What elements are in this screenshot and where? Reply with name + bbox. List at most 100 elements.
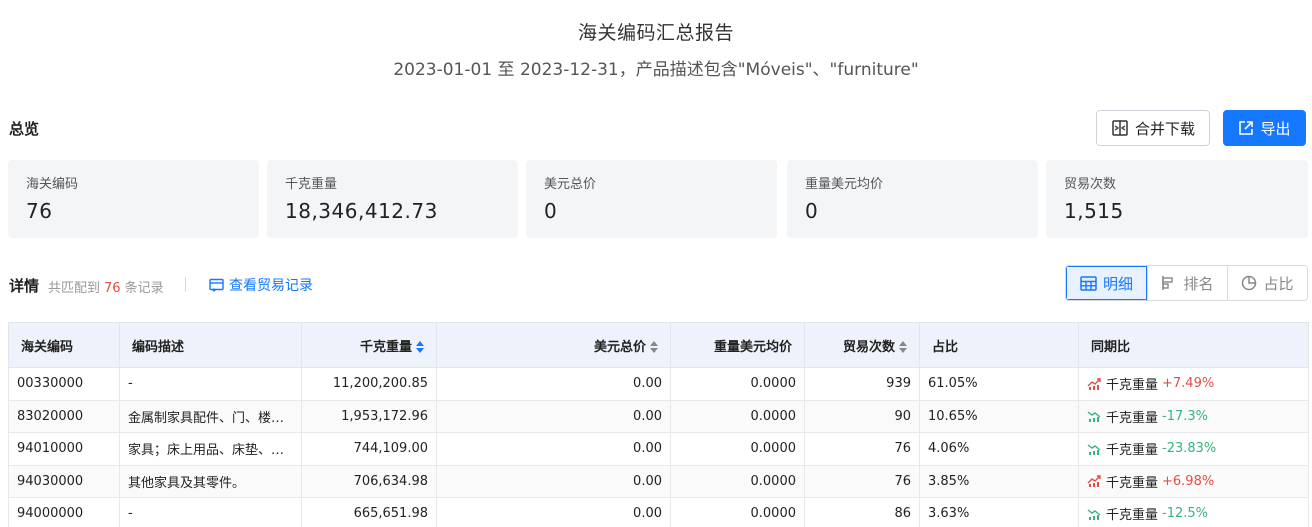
- report-header: 海关编码汇总报告 2023-01-01 至 2023-12-31，产品描述包含"…: [0, 18, 1312, 80]
- cell-weight: 744,109.00: [301, 432, 437, 466]
- overview-title: 总览: [9, 120, 40, 138]
- view-share-button[interactable]: 占比: [1227, 266, 1307, 300]
- view-toggle: 明细 排名 占比: [1065, 265, 1308, 301]
- cell-avg-price: 0.0000: [670, 464, 805, 498]
- yoy-label: 千克重量: [1106, 508, 1159, 524]
- col-header-weight[interactable]: 千克重量: [301, 322, 437, 368]
- export-icon: [1239, 121, 1254, 135]
- cell-hs-code: 83020000: [8, 399, 120, 433]
- cell-hs-code: 94030000: [8, 464, 120, 498]
- report-title: 海关编码汇总报告: [577, 22, 734, 44]
- details-title: 详情: [9, 277, 40, 295]
- stat-value: 1,515: [1064, 199, 1124, 223]
- stat-cards: 海关编码 76 千克重量 18,346,412.73 美元总价 0 重量美元均价…: [8, 160, 1308, 238]
- stat-label: 千克重量: [285, 177, 338, 192]
- cell-weight: 665,651.98: [301, 497, 437, 527]
- cell-description: 家具；床上用品、床垫、床架: [119, 432, 302, 466]
- export-button[interactable]: 导出: [1223, 110, 1306, 146]
- cell-share: 10.65%: [919, 399, 1079, 433]
- view-share-label: 占比: [1263, 274, 1294, 293]
- cell-yoy: 千克重量 +7.49%: [1078, 367, 1309, 401]
- stat-label: 贸易次数: [1064, 177, 1117, 192]
- cell-share: 4.06%: [919, 432, 1079, 466]
- cell-usd-total: 0.00: [436, 399, 671, 433]
- record-count-prefix: 共匹配到: [48, 281, 101, 296]
- sort-icon[interactable]: [416, 341, 424, 353]
- cell-share: 3.63%: [919, 497, 1079, 527]
- col-header-avg-price: 重量美元均价: [670, 322, 805, 368]
- cell-hs-code: 94010000: [8, 432, 120, 466]
- summary-table: 海关编码 编码描述 千克重量 美元总价 重量美元均价 贸易次数 占比 同期比 0…: [8, 322, 1309, 527]
- cell-usd-total: 0.00: [436, 464, 671, 498]
- col-header-trade-count[interactable]: 贸易次数: [804, 322, 920, 368]
- stat-value: 18,346,412.73: [285, 199, 438, 223]
- bar-rank-icon: [1162, 276, 1174, 290]
- report-subtitle: 2023-01-01 至 2023-12-31，产品描述包含"Móveis"、"…: [393, 60, 919, 80]
- stat-card-usd-total: 美元总价 0: [526, 160, 777, 238]
- cell-description: 其他家具及其零件。: [119, 464, 302, 498]
- cell-description: -: [119, 497, 302, 527]
- cell-description: -: [119, 367, 302, 401]
- cell-trade-count: 76: [804, 432, 920, 466]
- stat-value: 0: [805, 199, 819, 223]
- stat-card-hs-code: 海关编码 76: [8, 160, 259, 238]
- table-row: 94000000-665,651.98 0.00 0.0000 86 3.63% 千克重量…: [8, 497, 1309, 527]
- cell-usd-total: 0.00: [436, 367, 671, 401]
- yoy-value: -12.5%: [1162, 506, 1209, 522]
- cell-weight: 1,953,172.96: [301, 399, 437, 433]
- view-trade-records-link[interactable]: 查看贸易记录: [209, 275, 313, 295]
- trend-up-icon: [1087, 378, 1101, 390]
- stat-value: 76: [26, 199, 53, 223]
- trend-down-icon: [1087, 411, 1101, 423]
- yoy-label: 千克重量: [1106, 410, 1159, 426]
- cell-trade-count: 90: [804, 399, 920, 433]
- merge-download-icon: [1112, 120, 1128, 136]
- view-detail-label: 明细: [1102, 274, 1133, 293]
- trend-down-icon: [1087, 444, 1101, 455]
- sort-icon[interactable]: [650, 341, 658, 353]
- cell-weight: 11,200,200.85: [301, 367, 437, 401]
- trend-down-icon: [1087, 509, 1101, 520]
- cell-hs-code: 94000000: [8, 497, 120, 527]
- col-header-usd-total[interactable]: 美元总价: [436, 322, 671, 368]
- records-icon: [209, 278, 224, 292]
- divider: [185, 277, 186, 292]
- cell-avg-price: 0.0000: [670, 497, 805, 527]
- table-icon: [1080, 275, 1097, 291]
- yoy-label: 千克重量: [1106, 443, 1159, 459]
- col-header-hs-code: 海关编码: [8, 322, 120, 368]
- table-row: 94010000 家具；床上用品、床垫、床架 744,109.00 0.00 0.000…: [8, 432, 1309, 466]
- col-header-yoy: 同期比: [1078, 322, 1309, 368]
- stat-card-weight: 千克重量 18,346,412.73: [267, 160, 518, 238]
- cell-avg-price: 0.0000: [670, 399, 805, 433]
- cell-avg-price: 0.0000: [670, 432, 805, 466]
- cell-yoy: 千克重量 +6.98%: [1078, 464, 1309, 498]
- yoy-label: 千克重量: [1106, 475, 1159, 491]
- table-row: 00330000-11,200,200.85 0.00 0.0000 939 61.05…: [8, 367, 1309, 401]
- view-detail-button[interactable]: 明细: [1066, 266, 1147, 300]
- sort-icon[interactable]: [899, 341, 907, 353]
- yoy-label: 千克重量: [1106, 378, 1159, 394]
- cell-hs-code: 00330000: [8, 367, 120, 401]
- pie-icon: [1242, 275, 1257, 291]
- cell-share: 3.85%: [919, 464, 1079, 498]
- yoy-value: -17.3%: [1162, 408, 1209, 424]
- cell-avg-price: 0.0000: [670, 367, 805, 401]
- merge-download-label: 合并下载: [1134, 119, 1195, 138]
- merge-download-button[interactable]: 合并下载: [1096, 110, 1210, 146]
- record-count-number: 76: [104, 281, 121, 296]
- cell-trade-count: 939: [804, 367, 920, 401]
- cell-trade-count: 86: [804, 497, 920, 527]
- yoy-value: +6.98%: [1162, 473, 1215, 489]
- yoy-value: +7.49%: [1162, 376, 1215, 392]
- view-trade-records-label: 查看贸易记录: [229, 278, 313, 294]
- export-label: 导出: [1260, 119, 1291, 138]
- cell-yoy: 千克重量 -17.3%: [1078, 399, 1309, 433]
- stat-label: 美元总价: [544, 177, 597, 192]
- view-rank-button[interactable]: 排名: [1147, 266, 1227, 300]
- cell-yoy: 千克重量 -23.83%: [1078, 432, 1309, 466]
- yoy-value: -23.83%: [1162, 441, 1217, 457]
- cell-usd-total: 0.00: [436, 497, 671, 527]
- cell-yoy: 千克重量 -12.5%: [1078, 497, 1309, 527]
- stat-card-trade-count: 贸易次数 1,515: [1046, 160, 1308, 238]
